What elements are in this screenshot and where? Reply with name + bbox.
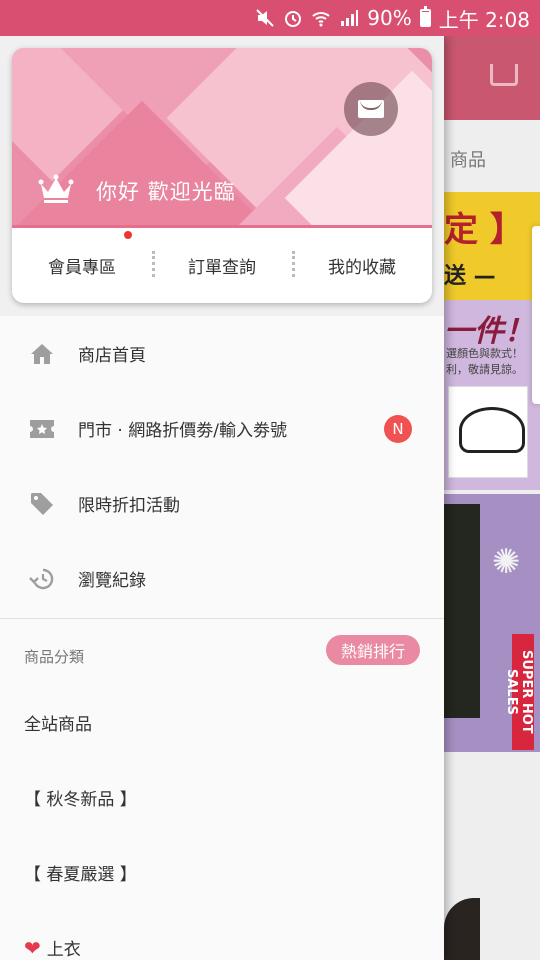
category-autumn-winter[interactable]: 【 秋冬新品 】	[0, 760, 444, 835]
member-area-label: 會員專區	[48, 258, 116, 278]
menu-item-history[interactable]: 瀏覽紀錄	[0, 541, 444, 616]
category-label: 上衣	[46, 940, 81, 960]
home-icon	[28, 340, 56, 368]
sun-icon: ✺	[492, 542, 521, 582]
category-label: 【 秋冬新品 】	[24, 790, 137, 810]
banner-text: 一件！	[444, 314, 534, 349]
category-section-title: 商品分類	[24, 648, 85, 666]
card-banner: 你好 歡迎光臨	[12, 48, 432, 228]
crown-icon	[38, 174, 74, 203]
menu-item-label: 門市 · 網路折價劵/輸入劵號	[78, 421, 287, 441]
order-query-link[interactable]: 訂單查詢	[152, 251, 292, 278]
status-bar: 90% 上午 2:08	[0, 0, 540, 36]
drawer-header: 你好 歡迎光臨 會員專區 訂單查詢 我的收藏	[0, 36, 444, 316]
member-area-link[interactable]: 會員專區	[12, 231, 152, 278]
hot-ranking-button[interactable]: 熱銷排行	[326, 635, 420, 665]
new-badge: N	[384, 415, 412, 443]
mute-icon	[255, 8, 275, 28]
scroll-handle[interactable]	[532, 226, 540, 404]
category-all-products[interactable]: 全站商品	[0, 685, 444, 760]
navigation-drawer: 你好 歡迎光臨 會員專區 訂單查詢 我的收藏 商店首頁 門市 · 網路折價劵/輸…	[0, 36, 444, 960]
heart-icon: ❤	[24, 935, 41, 960]
category-label: 全站商品	[24, 715, 92, 735]
background-app: 商品 定 】 送 — 一件！ 選顏色與款式！利，敬請見諒。 ✺ SUPER HO…	[444, 36, 540, 960]
category-label: 【 春夏嚴選 】	[24, 865, 137, 885]
history-icon	[28, 565, 56, 593]
background-toolbar	[444, 36, 540, 120]
notification-dot	[124, 231, 132, 239]
product-image	[448, 386, 528, 478]
order-query-label: 訂單查詢	[188, 258, 256, 278]
background-banner[interactable]: 定 】 送 —	[444, 192, 540, 300]
cart-icon[interactable]	[490, 64, 518, 86]
battery-percent: 90%	[367, 6, 412, 30]
product-image	[444, 898, 480, 960]
menu-item-store-home[interactable]: 商店首頁	[0, 316, 444, 391]
menu-item-label: 瀏覽紀錄	[78, 571, 146, 591]
background-category-label: 商品	[450, 150, 486, 171]
menu-item-label: 限時折扣活動	[78, 496, 180, 516]
banner-text: 定 】	[444, 210, 524, 250]
alarm-icon	[283, 8, 303, 28]
banner-text: 送 —	[444, 264, 496, 289]
profile-card: 你好 歡迎光臨 會員專區 訂單查詢 我的收藏	[12, 48, 432, 303]
menu-item-flash-sale[interactable]: 限時折扣活動	[0, 466, 444, 541]
menu-item-coupons[interactable]: 門市 · 網路折價劵/輸入劵號 N	[0, 391, 444, 466]
category-spring-summer[interactable]: 【 春夏嚴選 】	[0, 835, 444, 910]
product-image	[444, 504, 480, 718]
mail-icon	[358, 100, 384, 118]
signal-icon	[339, 8, 359, 28]
background-banner[interactable]: 一件！ 選顏色與款式！利，敬請見諒。	[444, 300, 540, 490]
ticket-icon	[28, 415, 56, 443]
category-section-header: 商品分類 熱銷排行	[0, 619, 444, 685]
menu-item-label: 商店首頁	[78, 346, 146, 366]
wifi-icon	[311, 8, 331, 28]
category-tops[interactable]: ❤ 上衣	[0, 910, 444, 960]
card-links: 會員專區 訂單查詢 我的收藏	[12, 228, 432, 303]
banner-text: SUPER HOT SALES	[504, 634, 534, 750]
banner-text: 選顏色與款式！利，敬請見諒。	[446, 347, 523, 376]
mail-button[interactable]	[344, 82, 398, 136]
background-banner[interactable]: ✺ SUPER HOT SALES	[444, 494, 540, 752]
clock: 上午 2:08	[438, 7, 530, 32]
battery-icon	[419, 6, 431, 27]
favorites-label: 我的收藏	[328, 258, 396, 278]
tag-icon	[28, 490, 56, 518]
greeting-text: 你好 歡迎光臨	[96, 180, 236, 204]
favorites-link[interactable]: 我的收藏	[292, 251, 432, 278]
